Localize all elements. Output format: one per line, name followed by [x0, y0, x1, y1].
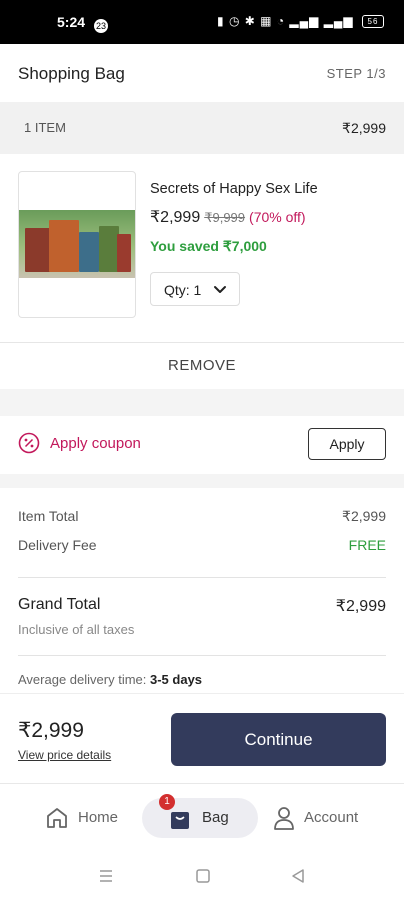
- coupon-section: Apply coupon Apply: [0, 416, 404, 474]
- quantity-dropdown[interactable]: Qty: 1: [150, 272, 240, 306]
- avg-delivery-label: Average delivery time:: [18, 672, 147, 687]
- apply-coupon-label[interactable]: Apply coupon: [50, 435, 141, 452]
- page-title: Shopping Bag: [18, 64, 125, 83]
- apply-coupon-button[interactable]: Apply: [308, 428, 386, 460]
- grand-total-label: Grand Total: [18, 596, 101, 613]
- product-name[interactable]: Secrets of Happy Sex Life: [150, 181, 318, 197]
- status-time: 5:24: [57, 14, 86, 30]
- avg-delivery-value: 3-5 days: [150, 672, 203, 687]
- section-divider: [0, 389, 404, 416]
- checkout-amount: ₹2,999: [18, 719, 84, 742]
- book-shape: [117, 234, 131, 272]
- price-summary: Item Total ₹2,999 Delivery Fee FREE Gran…: [0, 488, 404, 693]
- item-count-bar: 1 ITEM ₹2,999: [0, 102, 404, 154]
- delivery-fee-row: Delivery Fee FREE: [18, 537, 386, 553]
- view-price-details-link[interactable]: View price details: [18, 748, 111, 762]
- coupon-percent-icon: [18, 432, 40, 454]
- page-header: Shopping Bag STEP 1/3: [0, 44, 404, 102]
- chevron-down-icon: [214, 286, 226, 293]
- battery-icon: 56: [362, 15, 384, 29]
- back-icon[interactable]: [290, 868, 306, 884]
- divider: [18, 655, 386, 656]
- item-total-value: ₹2,999: [342, 508, 386, 524]
- system-navigation-bar: [0, 853, 404, 900]
- status-bar: 5:24 23 ▮ ◷ ✱ ▦ ◔ ▂▄▆ ▂▄▆ 56: [0, 0, 404, 44]
- cart-item: Secrets of Happy Sex Life ₹2,999 ₹9,999 (7…: [0, 154, 404, 342]
- tax-note: Inclusive of all taxes: [18, 622, 135, 637]
- divider: [18, 577, 386, 578]
- remove-button[interactable]: REMOVE: [0, 342, 404, 390]
- nav-account-label: Account: [304, 809, 359, 826]
- delivery-fee-value: FREE: [348, 537, 386, 553]
- nav-home[interactable]: Home: [44, 798, 134, 838]
- product-image-art: [19, 210, 135, 278]
- bag-count-badge: 1: [159, 794, 175, 810]
- home-square-icon[interactable]: [195, 868, 211, 884]
- book-shape: [49, 220, 79, 272]
- quantity-label: Qty: 1: [164, 282, 202, 298]
- checkout-step: STEP 1/3: [326, 66, 386, 81]
- item-total-label: Item Total: [18, 508, 79, 524]
- bottom-navigation: Home 1 Bag Account: [0, 783, 404, 854]
- account-icon: [274, 807, 294, 830]
- status-icons: ▮ ◷ ✱ ▦ ◔ ▂▄▆ ▂▄▆ 56: [217, 14, 384, 29]
- book-cover-image[interactable]: [18, 171, 136, 318]
- savings-text: You saved ₹7,000: [150, 238, 267, 254]
- nav-home-label: Home: [78, 809, 119, 826]
- item-total-row: Item Total ₹2,999: [18, 508, 386, 524]
- home-icon: [47, 808, 67, 828]
- book-shape: [99, 226, 119, 272]
- item-bar-total: ₹2,999: [342, 120, 386, 136]
- notification-count-badge: 23: [94, 19, 108, 33]
- nav-bag[interactable]: 1 Bag: [142, 794, 258, 838]
- nav-bag-label: Bag: [202, 809, 229, 826]
- product-mrp: ₹9,999: [204, 210, 246, 225]
- product-discount: (70% off): [249, 209, 306, 225]
- section-divider: [0, 474, 404, 488]
- continue-button[interactable]: Continue: [171, 713, 386, 766]
- grand-total-value: ₹2,999: [335, 598, 386, 615]
- average-delivery-time: Average delivery time: 3-5 days: [18, 672, 202, 687]
- bag-icon: [171, 812, 189, 829]
- grand-total-row: Grand Total ₹2,999: [18, 596, 386, 615]
- product-price: ₹2,999: [150, 209, 201, 226]
- book-shape: [79, 232, 99, 272]
- delivery-fee-label: Delivery Fee: [18, 537, 97, 553]
- recent-apps-icon[interactable]: [98, 868, 114, 884]
- product-price-row: ₹2,999 ₹9,999 (70% off): [150, 207, 306, 227]
- checkout-bar: ₹2,999 View price details Continue: [0, 693, 404, 784]
- book-shape: [25, 228, 51, 272]
- item-count: 1 ITEM: [24, 120, 66, 135]
- nav-account[interactable]: Account: [270, 798, 380, 838]
- status-system-icons: ▮ ◷ ✱ ▦ ◔ ▂▄▆ ▂▄▆: [217, 14, 354, 28]
